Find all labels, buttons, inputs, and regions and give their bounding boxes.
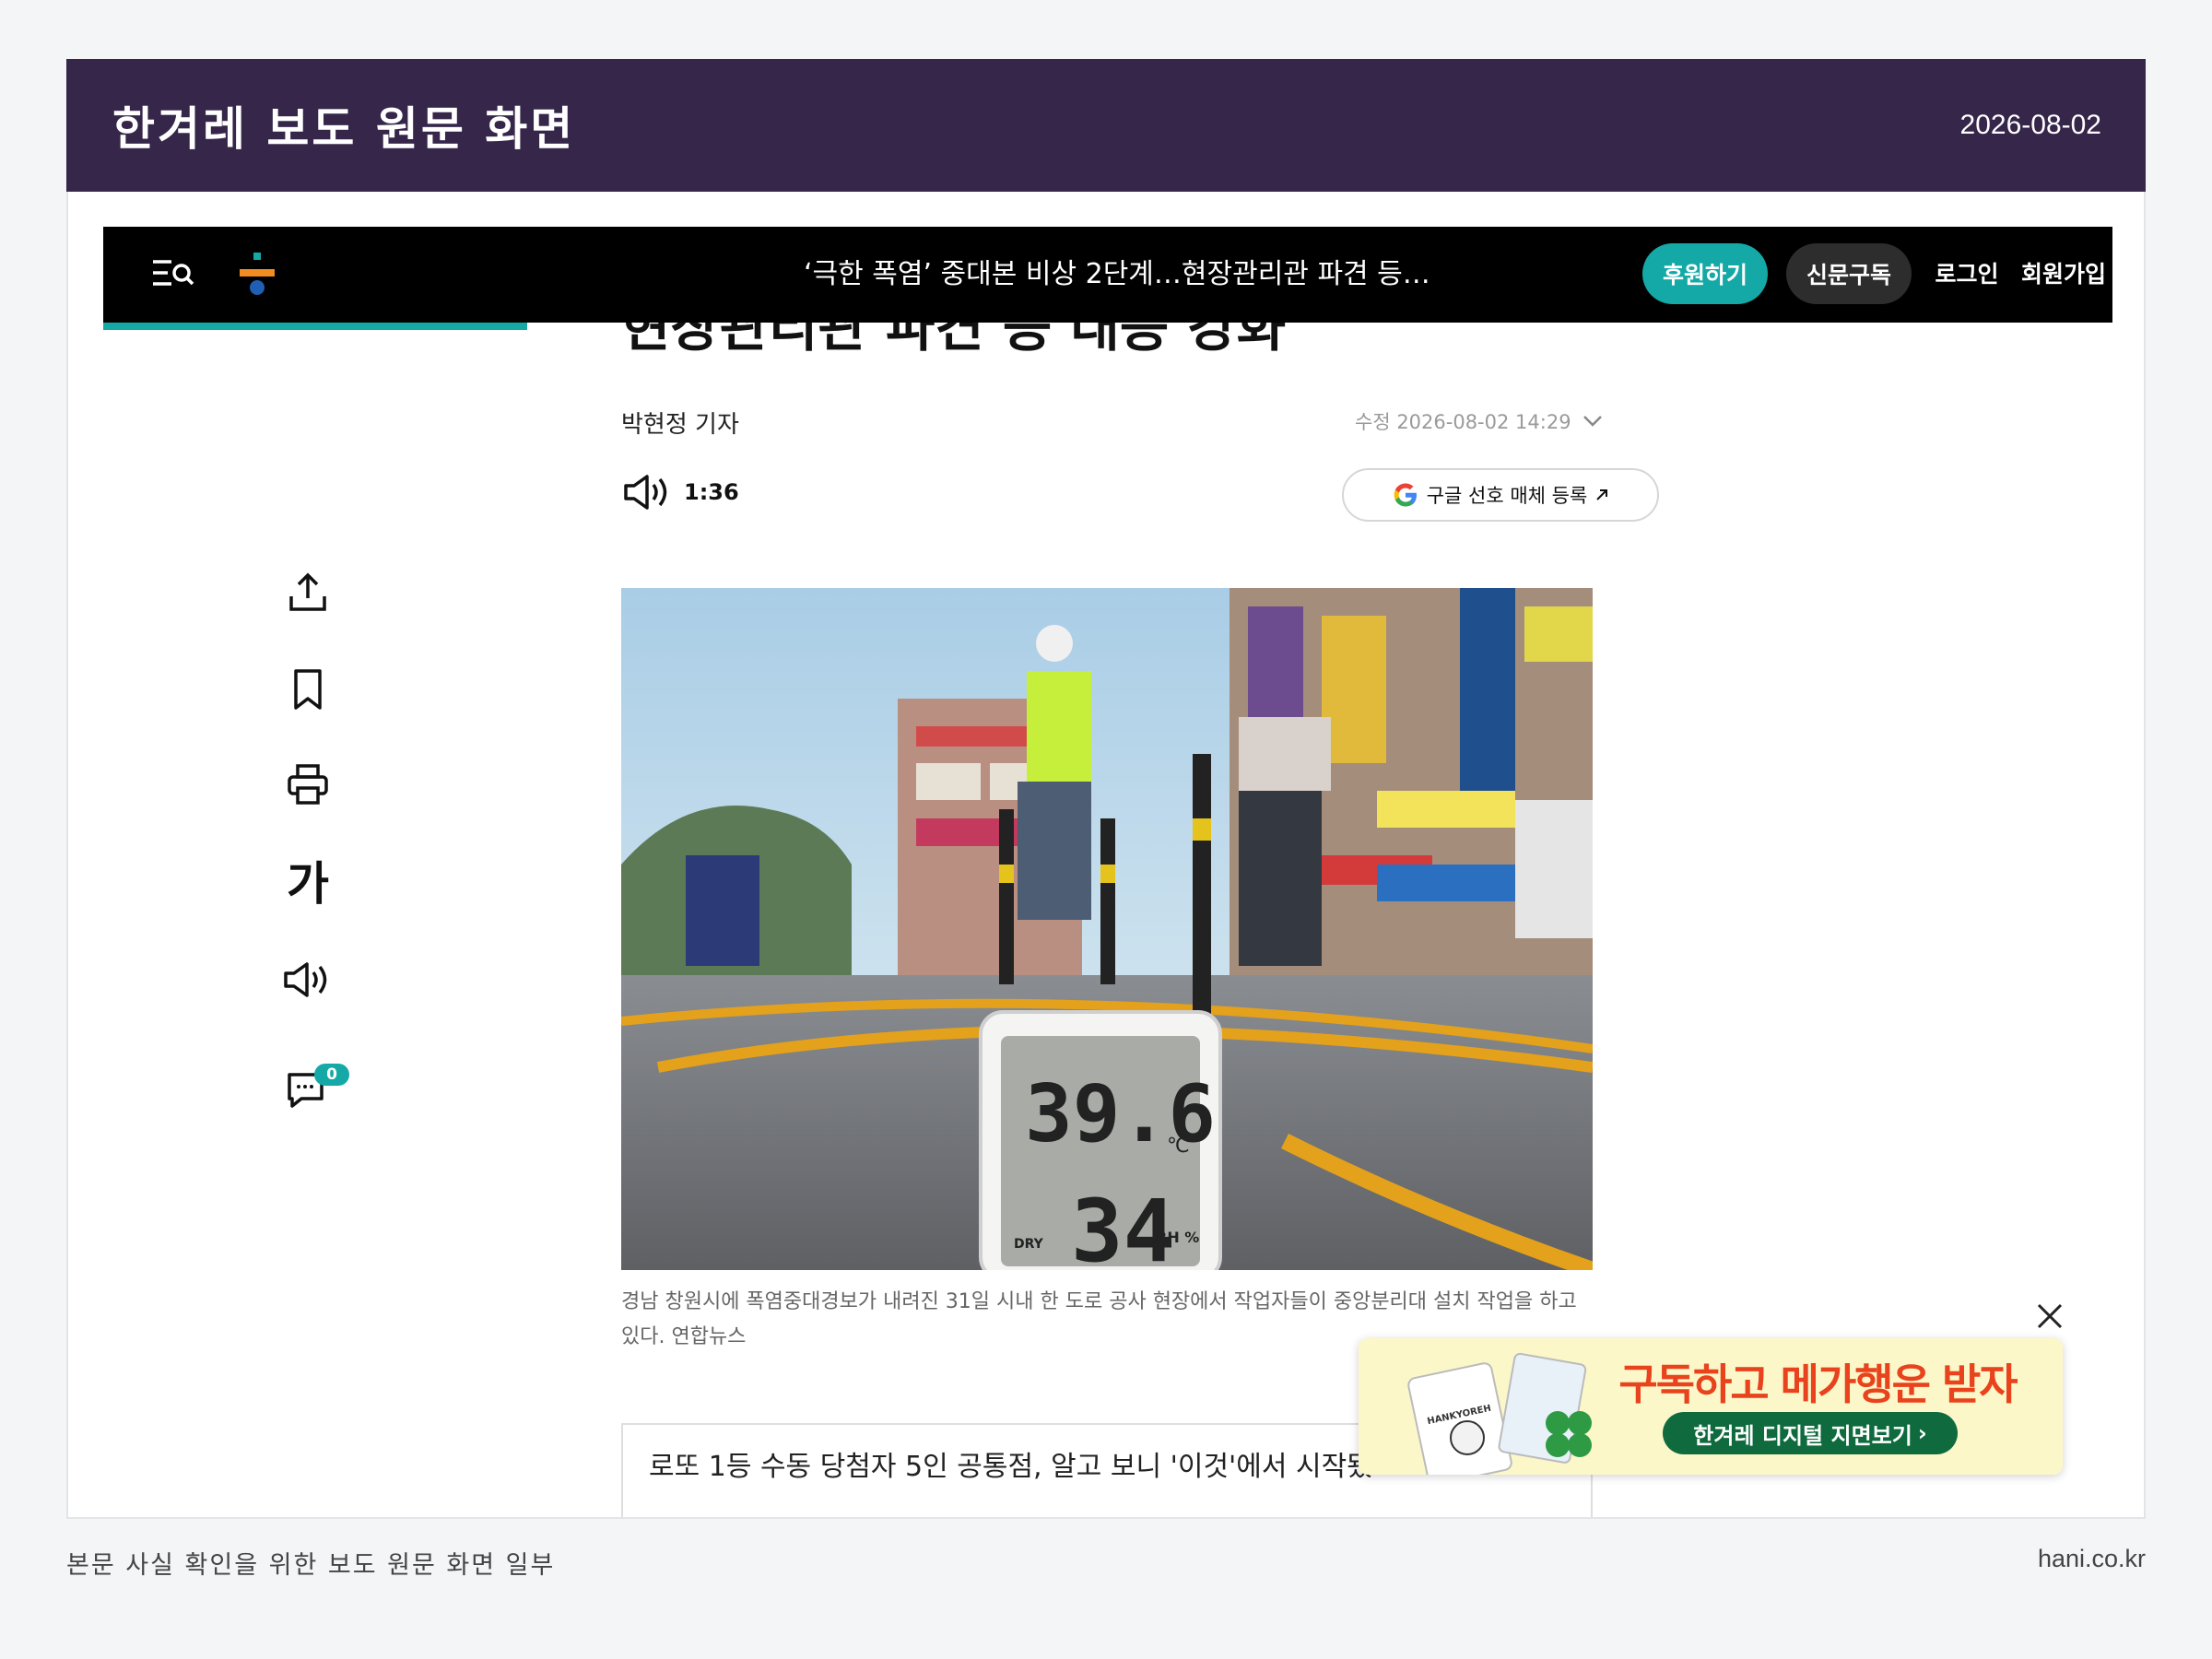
modified-timestamp[interactable]: 수정 2026-08-02 14:29 xyxy=(1355,407,1603,435)
ad-card-illustration: HANKYOREH xyxy=(1407,1352,1592,1475)
audio-player[interactable]: 1:36 xyxy=(623,474,739,511)
google-preferred-label: 구글 선호 매체 등록 xyxy=(1426,485,1588,507)
bookmark-button[interactable] xyxy=(276,657,340,722)
frame-date: 2026-08-02 xyxy=(1959,110,2101,140)
thermometer-rh-unit: RH % xyxy=(1156,1229,1199,1246)
chevron-down-icon[interactable] xyxy=(1583,415,1603,428)
nav-headline-ticker[interactable]: ‘극한 폭염’ 중대본 비상 2단계…현장관리관 파견 등… xyxy=(804,227,1430,323)
subscribe-button[interactable]: 신문구독 xyxy=(1786,243,1912,304)
article-photo[interactable]: 39.6 ℃ 34 RH % DRY xyxy=(621,588,1593,1270)
ad-cta-label: 한겨레 디지털 지면보기 xyxy=(1693,1422,1912,1449)
chevron-right-icon: › xyxy=(1917,1420,1927,1446)
share-icon xyxy=(289,572,326,611)
article-viewport: ‘극한 폭염’ 중대본 비상 2단계…현장관리관 파견 등… 후원하기 신문구독… xyxy=(66,192,2146,1519)
google-preferred-button[interactable]: 구글 선호 매체 등록 xyxy=(1342,468,1659,522)
print-button[interactable] xyxy=(276,752,340,817)
close-icon[interactable] xyxy=(2031,1298,2068,1335)
site-nav-bar: ‘극한 폭염’ 중대본 비상 2단계…현장관리관 파견 등… 후원하기 신문구독… xyxy=(103,227,2112,323)
frame-footnote: 본문 사실 확인을 위한 보도 원문 화면 일부 xyxy=(66,1551,556,1580)
thermometer-temp-unit: ℃ xyxy=(1167,1135,1190,1158)
speaker-icon xyxy=(284,962,327,997)
speaker-icon[interactable] xyxy=(623,474,673,511)
login-link[interactable]: 로그인 xyxy=(1921,227,2013,323)
support-button[interactable]: 후원하기 xyxy=(1642,243,1768,304)
signup-link[interactable]: 회원가입 xyxy=(2013,227,2114,323)
ad-cta-button[interactable]: 한겨레 디지털 지면보기 › xyxy=(1663,1412,1958,1454)
share-button[interactable] xyxy=(276,560,340,625)
subscription-ad-banner[interactable]: HANKYOREH 구독하고 메가행운 받자 한겨레 디지털 지면보기 › xyxy=(1359,1338,2063,1475)
font-size-button[interactable]: 가 xyxy=(276,848,340,912)
ad-headline: 구독하고 메가행운 받자 xyxy=(1618,1359,2018,1409)
audio-duration: 1:36 xyxy=(684,479,739,505)
comment-count-badge: 0 xyxy=(314,1064,349,1086)
article-byline[interactable]: 박현정 기자 xyxy=(621,406,739,440)
hankyoreh-logo-icon[interactable] xyxy=(234,251,280,299)
external-link-icon xyxy=(1596,489,1608,500)
thermometer-rh: 34 xyxy=(1071,1182,1175,1270)
frame-header: 한겨레 보도 원문 화면 2026-08-02 xyxy=(66,59,2146,192)
comments-button[interactable]: 0 xyxy=(276,1056,349,1121)
listen-button[interactable] xyxy=(276,947,340,1012)
menu-search-icon[interactable] xyxy=(149,251,197,299)
frame-title: 한겨레 보도 원문 화면 xyxy=(112,102,576,156)
thermometer-label: DRY xyxy=(1014,1237,1044,1252)
google-g-icon xyxy=(1394,483,1417,507)
frame-source: hani.co.kr xyxy=(2037,1545,2146,1572)
printer-icon xyxy=(288,764,328,805)
reading-progress-bar xyxy=(103,323,527,330)
modified-text: 수정 2026-08-02 14:29 xyxy=(1355,411,1571,433)
bookmark-icon xyxy=(294,669,322,710)
